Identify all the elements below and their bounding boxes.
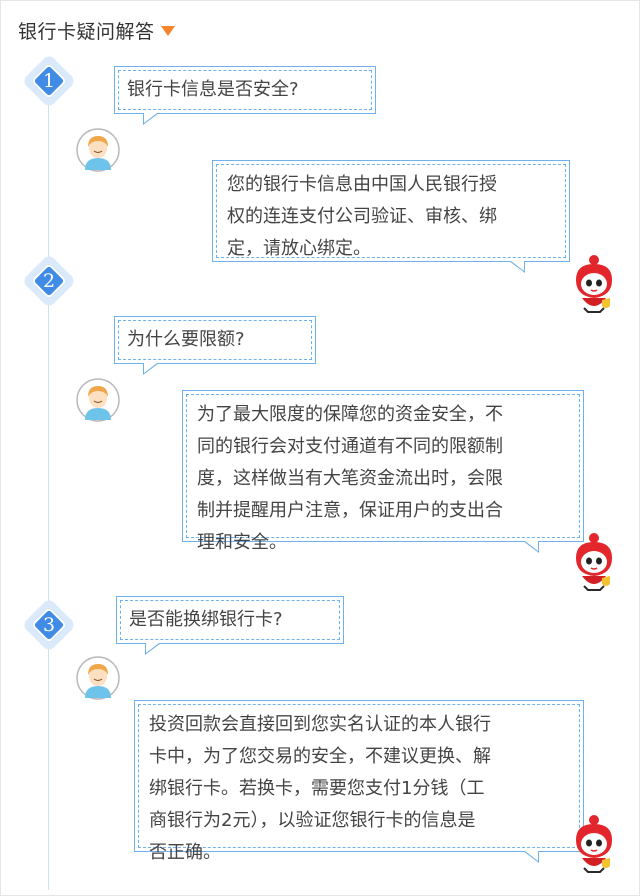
faq-header[interactable]: 银行卡疑问解答 xyxy=(18,14,175,46)
triangle-down-icon[interactable] xyxy=(160,26,175,36)
answer-line: 理和安全。 xyxy=(197,532,287,553)
mascot-avatar-icon xyxy=(576,815,612,873)
user-avatar-icon xyxy=(76,378,120,422)
answer-line: 您的银行卡信息由中国人民银行授 xyxy=(227,174,497,195)
answer-bubble-3: 投资回款会直接回到您实名认证的本人银行 卡中，为了您交易的安全，不建议更换、解 … xyxy=(134,700,584,863)
question-text: 银行卡信息是否安全? xyxy=(127,79,299,100)
answer-line: 卡中，为了您交易的安全，不建议更换、解 xyxy=(149,746,491,767)
answer-bubble-1: 您的银行卡信息由中国人民银行授 权的连连支付公司验证、审核、绑 定，请放心绑定。 xyxy=(212,160,570,273)
answer-line: 商银行为2元），以验证您银行卡的信息是 xyxy=(149,810,476,831)
step-number: 2 xyxy=(42,270,56,292)
question-text: 是否能换绑银行卡? xyxy=(129,609,283,630)
answer-line: 度，这样做当有大笔资金流出时，会限 xyxy=(197,468,503,489)
answer-bubble-2: 为了最大限度的保障您的资金安全，不 同的银行会对支付通道有不同的限额制 度，这样… xyxy=(182,390,584,553)
question-bubble-1: 银行卡信息是否安全? xyxy=(114,66,376,125)
answer-line: 权的连连支付公司验证、审核、绑 xyxy=(227,206,497,227)
question-bubble-2: 为什么要限额? xyxy=(114,316,316,375)
answer-line: 否正确。 xyxy=(149,842,221,863)
answer-line: 为了最大限度的保障您的资金安全，不 xyxy=(197,404,503,425)
user-avatar-icon xyxy=(76,656,120,700)
mascot-avatar-icon xyxy=(576,255,612,313)
mascot-avatar-icon xyxy=(576,533,612,591)
answer-line: 制并提醒用户注意，保证用户的支出合 xyxy=(197,500,503,521)
step-badge-2: 2 xyxy=(21,253,77,309)
page-title: 银行卡疑问解答 xyxy=(18,20,155,43)
answer-line: 同的银行会对支付通道有不同的限额制 xyxy=(197,436,503,457)
answer-line: 投资回款会直接回到您实名认证的本人银行 xyxy=(149,714,491,735)
user-avatar-icon xyxy=(76,128,120,172)
question-bubble-3: 是否能换绑银行卡? xyxy=(116,596,344,655)
answer-line: 绑银行卡。若换卡，需要您支付1分钱（工 xyxy=(149,778,485,799)
answer-line: 定，请放心绑定。 xyxy=(227,238,371,259)
step-badge-1: 1 xyxy=(21,53,77,109)
step-number: 1 xyxy=(42,70,56,92)
step-number: 3 xyxy=(42,614,56,636)
timeline-line xyxy=(48,100,49,890)
step-badge-3: 3 xyxy=(21,597,77,653)
question-text: 为什么要限额? xyxy=(127,329,245,350)
